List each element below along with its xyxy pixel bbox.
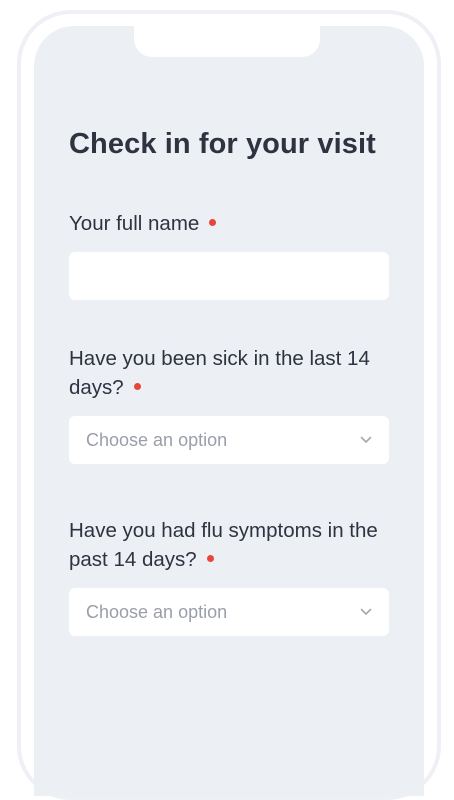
chevron-down-icon (360, 608, 372, 616)
page-title: Check in for your visit (69, 128, 376, 160)
sick-question-select[interactable]: Choose an option (69, 416, 389, 464)
required-dot-icon (133, 383, 141, 391)
sick-question-select-value: Choose an option (86, 429, 228, 450)
required-dot-icon (209, 219, 217, 227)
full-name-input[interactable] (69, 252, 389, 300)
phone-notch (134, 26, 320, 57)
flu-question-label: Have you had flu symptoms in the past 14… (69, 516, 399, 574)
flu-question-label-text: Have you had flu symptoms in the past 14… (69, 519, 378, 571)
flu-question-select-value: Choose an option (86, 601, 228, 622)
chevron-down-icon (360, 436, 372, 444)
flu-question-select[interactable]: Choose an option (69, 588, 389, 636)
sick-question-label-text: Have you been sick in the last 14 days? (69, 347, 370, 399)
required-dot-icon (206, 555, 214, 563)
sick-question-label: Have you been sick in the last 14 days? (69, 344, 399, 402)
full-name-label-text: Your full name (69, 212, 200, 235)
full-name-label: Your full name (69, 209, 399, 238)
phone-screen: Check in for your visit Your full name H… (34, 26, 424, 796)
